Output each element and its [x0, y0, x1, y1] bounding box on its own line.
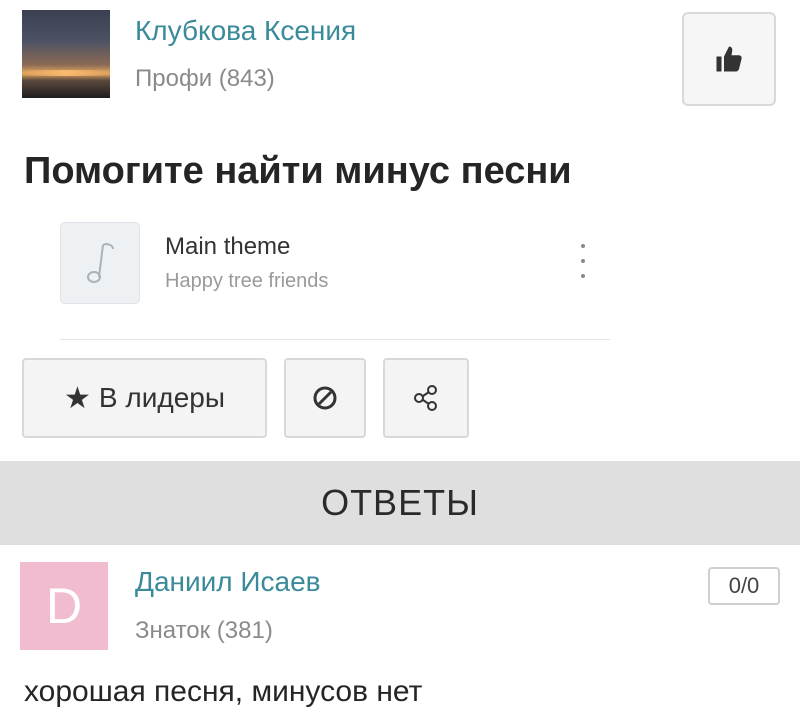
menu-dot [581, 274, 585, 278]
question-title: Помогите найти минус песни [24, 150, 572, 192]
question-page: Клубкова Ксения Профи (843) Помогите най… [0, 0, 800, 716]
menu-dot [581, 244, 585, 248]
author-name[interactable]: Клубкова Ксения [135, 15, 356, 47]
report-button[interactable] [284, 358, 366, 438]
avatar-sunset [22, 70, 110, 76]
track-artist: Happy tree friends [165, 270, 329, 292]
like-button[interactable] [682, 12, 776, 106]
share-icon [414, 385, 437, 411]
attachment-thumbnail[interactable] [60, 222, 140, 304]
leaders-button[interactable]: ★ В лидеры [22, 358, 267, 438]
answerer-name[interactable]: Даниил Исаев [135, 566, 321, 598]
track-menu-icon[interactable] [575, 244, 591, 278]
share-button[interactable] [383, 358, 469, 438]
author-avatar[interactable] [22, 10, 110, 98]
music-note-icon [87, 243, 114, 283]
vote-count[interactable]: 0/0 [708, 567, 780, 605]
block-icon [313, 386, 337, 410]
thumbs-up-icon [716, 46, 742, 72]
divider [60, 339, 610, 340]
star-icon: ★ [64, 381, 91, 415]
answers-header: ОТВЕТЫ [0, 461, 800, 545]
author-rank: Профи (843) [135, 65, 275, 92]
answer-text: хорошая песня, минусов нет [24, 675, 423, 708]
leaders-button-label: В лидеры [98, 382, 225, 413]
track-title[interactable]: Main theme [165, 233, 290, 261]
menu-dot [581, 259, 585, 263]
answerer-rank: Знаток (381) [135, 617, 273, 644]
answerer-avatar[interactable]: D [20, 562, 108, 650]
